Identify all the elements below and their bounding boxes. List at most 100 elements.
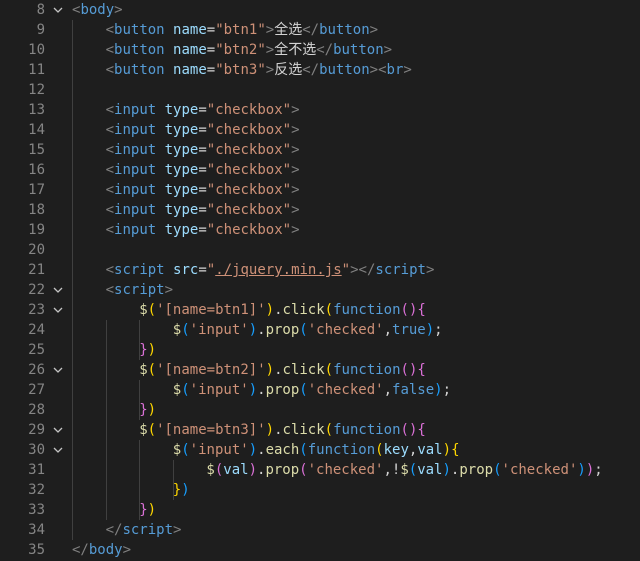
code-token: 'input' <box>189 322 249 338</box>
code-token: '[name=btn1]' <box>156 302 266 318</box>
code-token: button <box>114 62 165 78</box>
code-token: $ <box>139 302 148 318</box>
code-token: ; <box>594 462 603 478</box>
code-token: ( <box>181 382 190 398</box>
fold-chevron-icon[interactable] <box>52 364 64 376</box>
code-line[interactable]: 11 <button name="btn3">反选</button><br> <box>0 60 640 80</box>
line-number: 20 <box>28 242 45 258</box>
code-token: ) <box>585 462 595 478</box>
code-token: val <box>417 462 443 478</box>
code-token: input <box>114 122 157 138</box>
code-token: 反选 <box>274 62 303 78</box>
code-token: script <box>375 262 426 278</box>
code-token: ) <box>248 462 257 478</box>
code-line[interactable]: 27 $('input').prop('checked',false); <box>0 380 640 400</box>
code-token: "btn2" <box>215 42 266 58</box>
code-line[interactable]: 25}) <box>0 340 640 360</box>
code-token: ; <box>442 382 452 398</box>
code-token: button <box>319 22 370 38</box>
code-token: ( <box>324 302 334 318</box>
code-token: 'checked' <box>307 462 384 478</box>
code-token: $ <box>172 382 182 398</box>
code-line[interactable]: 29 $('[name=btn3]').click(function(){ <box>0 420 640 440</box>
code-token: ( <box>400 362 409 378</box>
code-line[interactable]: 18 <input type="checkbox"> <box>0 200 640 220</box>
code-token: function <box>333 422 401 438</box>
code-token: . <box>274 362 283 378</box>
code-line[interactable]: 22 <script> <box>0 280 640 300</box>
code-token: ) <box>147 342 157 358</box>
code-text: }) <box>139 500 156 520</box>
fold-chevron-icon[interactable] <box>52 304 64 316</box>
code-token: 'checked' <box>307 322 384 338</box>
code-token: type <box>164 122 199 138</box>
code-line[interactable]: 13 <input type="checkbox"> <box>0 100 640 120</box>
fold-chevron-icon[interactable] <box>52 4 64 16</box>
code-token: > <box>265 42 275 58</box>
code-token: </ <box>316 42 334 58</box>
code-line[interactable]: 23 $('[name=btn1]').click(function(){ <box>0 300 640 320</box>
code-token: ( <box>408 462 418 478</box>
code-line[interactable]: 17 <input type="checkbox"> <box>0 180 640 200</box>
code-line[interactable]: 21 <script src="./jquery.min.js"></script… <box>0 260 640 280</box>
code-token: > <box>350 262 359 278</box>
code-line[interactable]: 10 <button name="btn2">全不选</button> <box>0 40 640 60</box>
code-token: } <box>172 482 182 498</box>
code-token: $ <box>400 462 409 478</box>
code-editor[interactable]: 8 <body> 9 <button name="btn1">全选</button> 1… <box>0 0 640 561</box>
fold-chevron-icon[interactable] <box>52 284 64 296</box>
code-line[interactable]: 26 $('[name=btn2]').click(function(){ <box>0 360 640 380</box>
code-line[interactable]: 20 <box>0 240 640 260</box>
line-number: 35 <box>28 542 45 558</box>
code-token: ) <box>147 502 157 518</box>
code-line[interactable]: 15 <input type="checkbox"> <box>0 140 640 160</box>
code-line[interactable]: 8 <body> <box>0 0 640 20</box>
code-token: { <box>417 302 426 318</box>
code-token: key <box>383 442 409 458</box>
code-token: < <box>378 62 387 78</box>
code-token: "checkbox" <box>206 222 292 238</box>
code-token: < <box>105 22 115 38</box>
code-line[interactable]: 14 <input type="checkbox"> <box>0 120 640 140</box>
code-text: <input type="checkbox"> <box>106 140 300 160</box>
code-text: $(val).prop('checked',!$(val).prop('chec… <box>206 460 602 480</box>
code-token: </ <box>358 262 376 278</box>
code-token: = <box>198 122 207 138</box>
code-line[interactable]: 34 </script> <box>0 520 640 540</box>
code-token: > <box>291 202 300 218</box>
code-token: ( <box>324 362 334 378</box>
code-token: { <box>417 422 426 438</box>
code-token: input <box>114 182 157 198</box>
code-line[interactable]: 19 <input type="checkbox"> <box>0 220 640 240</box>
code-token: = <box>198 202 207 218</box>
code-line[interactable]: 24 $('input').prop('checked',true); <box>0 320 640 340</box>
code-token: function <box>307 442 376 458</box>
code-line[interactable]: 9 <button name="btn1">全选</button> <box>0 20 640 40</box>
code-line[interactable]: 30 $('input').each(function(key,val){ <box>0 440 640 460</box>
code-line[interactable]: 16 <input type="checkbox"> <box>0 160 640 180</box>
code-token: { <box>417 362 426 378</box>
line-number: 17 <box>28 182 45 198</box>
code-text: }) <box>173 480 190 500</box>
fold-chevron-icon[interactable] <box>52 444 64 456</box>
line-number: 12 <box>28 82 45 98</box>
code-token: $ <box>206 462 215 478</box>
code-line[interactable]: 33}) <box>0 500 640 520</box>
code-token: "btn1" <box>215 22 266 38</box>
code-token: input <box>114 142 157 158</box>
fold-chevron-icon[interactable] <box>52 424 64 436</box>
code-text: <input type="checkbox"> <box>106 220 300 240</box>
code-token: prop <box>265 322 300 338</box>
line-number: 34 <box>28 522 45 538</box>
code-token: ) <box>425 322 435 338</box>
code-line[interactable]: 32}) <box>0 480 640 500</box>
code-line[interactable]: 28}) <box>0 400 640 420</box>
code-line[interactable]: 31 $(val).prop('checked',!$(val).prop('ch… <box>0 460 640 480</box>
code-token: ,! <box>383 462 401 478</box>
code-line[interactable]: 35 </body> <box>0 540 640 560</box>
code-line[interactable]: 12 <box>0 80 640 100</box>
line-number: 32 <box>28 482 45 498</box>
